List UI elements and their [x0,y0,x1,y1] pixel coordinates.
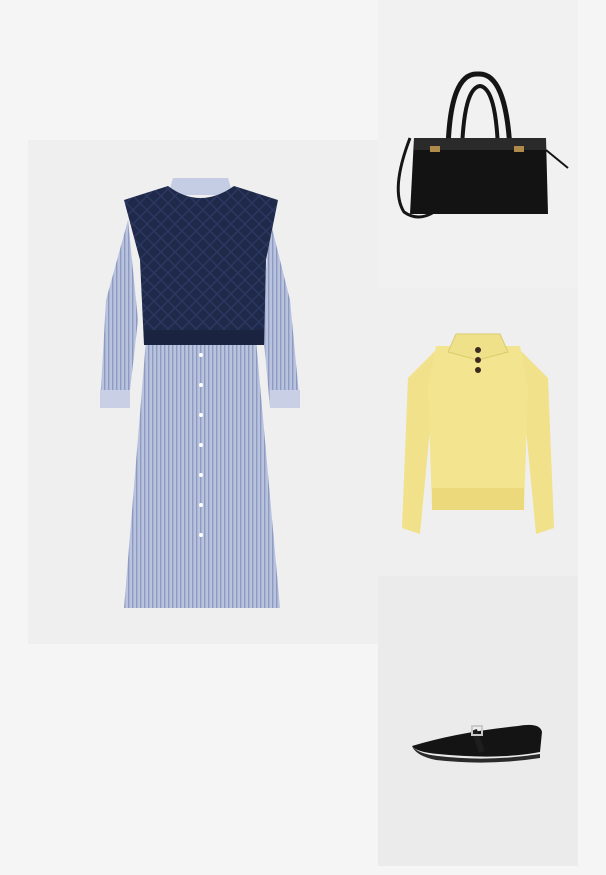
striped-shirt-dress-with-cable-knit-vest-image [28,140,378,644]
handbag-product-tile[interactable] [378,0,578,288]
black-leather-handbag-image [378,0,578,288]
dress-product-tile[interactable] [28,140,378,644]
shoe-product-tile[interactable] [378,576,578,866]
black-mary-jane-flat-image [378,576,578,866]
yellow-polo-sweater-image [378,288,578,576]
sweater-product-tile[interactable] [378,288,578,576]
